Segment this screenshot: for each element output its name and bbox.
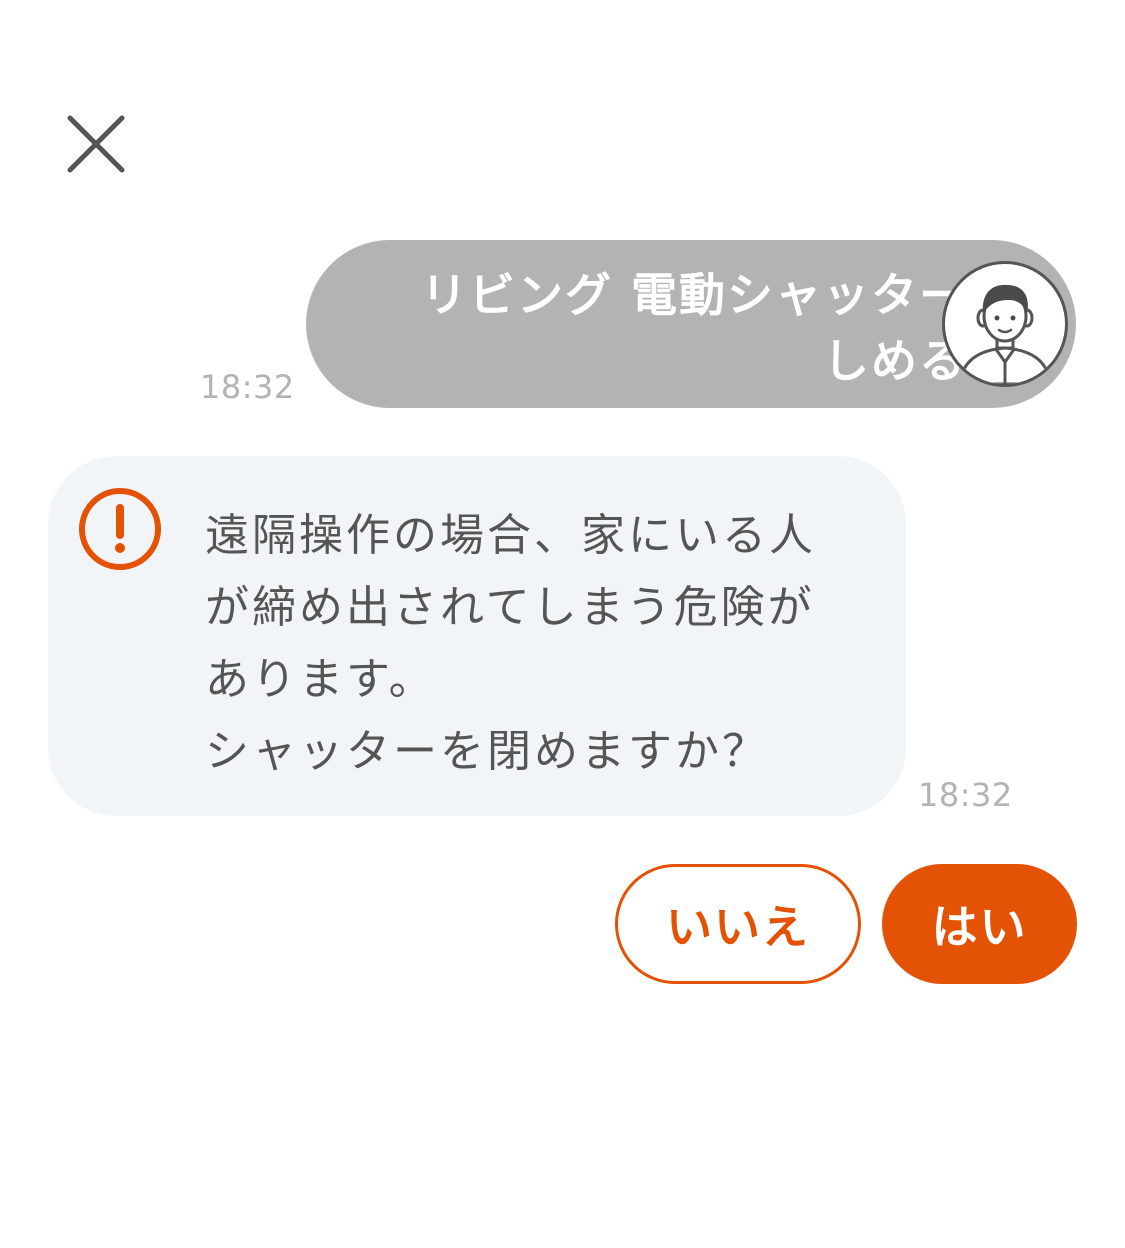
bot-message-line: 遠隔操作の場合、家にいる人 [205,510,816,561]
user-message-line: リビング 電動シャッター [420,268,967,322]
close-icon [67,115,125,173]
user-message-line: しめる [823,334,967,388]
bot-message-line: が締め出されてしまう危険が [205,582,815,633]
bot-message-text: 遠隔操作の場合、家にいる人 が締め出されてしまう危険が あります。 シャッターを… [205,500,865,788]
user-avatar-icon [957,284,1053,384]
bot-message-line: シャッターを閉めますか？ [205,726,769,777]
yes-button[interactable]: はい [882,864,1077,984]
user-message-time: 18:32 [200,368,295,406]
alert-circle-icon [79,488,161,570]
bot-message-time: 18:32 [918,776,1013,814]
user-message-text: リビング 電動シャッター しめる [367,262,967,394]
avatar [942,261,1068,387]
bot-message-line: あります。 [205,654,436,705]
no-button[interactable]: いいえ [615,864,861,984]
alert-icon-wrap [77,486,163,572]
close-button[interactable] [60,108,132,180]
